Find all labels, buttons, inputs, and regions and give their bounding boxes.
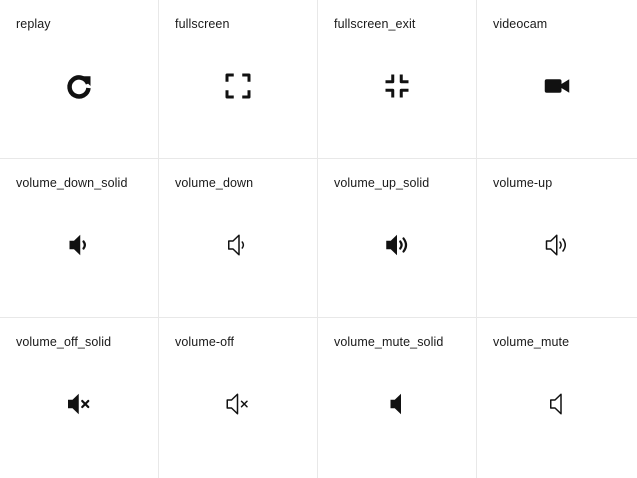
icon-card-volume-mute[interactable]: volume_mute [477, 318, 637, 478]
icon-card-label: volume-up [493, 176, 553, 190]
icon-card-label: volume-off [175, 335, 235, 349]
icon-card-label: fullscreen [175, 17, 230, 31]
fullscreen-icon [223, 71, 253, 101]
icon-card-volume-up-solid[interactable]: volume_up_solid [318, 159, 477, 318]
icon-card-volume-mute-solid[interactable]: volume_mute_solid [318, 318, 477, 478]
icon-card-label: fullscreen_exit [334, 17, 416, 31]
icon-card-label: replay [16, 17, 51, 31]
icon-card-label: volume_mute [493, 335, 570, 349]
icon-card-volume-off[interactable]: volume-off [159, 318, 318, 478]
icon-card-videocam[interactable]: videocam [477, 0, 637, 159]
icon-card-label: videocam [493, 17, 548, 31]
fullscreen-exit-icon [382, 71, 412, 101]
icon-card-label: volume_mute_solid [334, 335, 444, 349]
volume-down-solid-icon [64, 230, 94, 260]
icon-card-label: volume_down [175, 176, 254, 190]
volume-down-icon [223, 230, 253, 260]
volume-up-icon [542, 230, 572, 260]
icon-grid: replay fullscreen fullscreen_exit videoc… [0, 0, 637, 478]
volume-mute-solid-icon [382, 389, 412, 419]
icon-card-label: volume_down_solid [16, 176, 128, 190]
icon-card-volume-down-solid[interactable]: volume_down_solid [0, 159, 159, 318]
icon-card-volume-off-solid[interactable]: volume_off_solid [0, 318, 159, 478]
volume-up-solid-icon [382, 230, 412, 260]
icon-card-fullscreen[interactable]: fullscreen [159, 0, 318, 159]
icon-card-label: volume_off_solid [16, 335, 112, 349]
icon-card-fullscreen-exit[interactable]: fullscreen_exit [318, 0, 477, 159]
volume-off-solid-icon [64, 389, 94, 419]
volume-off-icon [223, 389, 253, 419]
volume-mute-icon [542, 389, 572, 419]
icon-card-volume-down[interactable]: volume_down [159, 159, 318, 318]
icon-card-volume-up[interactable]: volume-up [477, 159, 637, 318]
videocam-icon [542, 71, 572, 101]
icon-card-label: volume_up_solid [334, 176, 430, 190]
icon-card-replay[interactable]: replay [0, 0, 159, 159]
replay-icon [64, 71, 94, 101]
